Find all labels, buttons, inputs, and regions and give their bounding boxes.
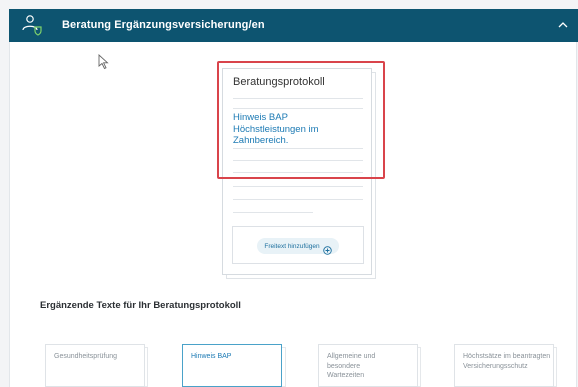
user-shield-icon (20, 13, 44, 37)
tile-hoechstsaetze[interactable]: Höchstsätze im beantragten Versicherungs… (454, 344, 554, 387)
add-freetext-button[interactable]: Freitext hinzufügen (257, 238, 339, 255)
tile-label: Höchstsätze im beantragten Versicherungs… (463, 353, 551, 370)
mouse-cursor-icon (98, 53, 110, 70)
protocol-divider (233, 212, 313, 213)
accordion-title: Beratung Ergänzungsversicherung/en (62, 19, 265, 31)
protocol-divider (233, 186, 363, 187)
tile-label: Allgemeine und besondere Wartezeiten (327, 353, 376, 379)
tile-hinweis-bap[interactable]: Hinweis BAP (182, 344, 282, 387)
tile-wartezeiten[interactable]: Allgemeine und besondere Wartezeiten (318, 344, 418, 387)
accordion-header[interactable]: Beratung Ergänzungsversicherung/en (9, 9, 578, 42)
highlight-annotation (217, 61, 385, 179)
plus-circle-icon (322, 242, 332, 255)
protocol-divider (233, 199, 363, 200)
tile-gesundheitspruefung[interactable]: Gesundheitsprüfung (45, 344, 145, 387)
add-freetext-label: Freitext hinzufügen (264, 242, 320, 250)
tile-label: Hinweis BAP (191, 353, 232, 360)
chevron-up-icon[interactable] (556, 18, 570, 32)
section-title: Ergänzende Texte für Ihr Beratungsprotok… (40, 300, 241, 311)
tile-label: Gesundheitsprüfung (54, 353, 118, 360)
